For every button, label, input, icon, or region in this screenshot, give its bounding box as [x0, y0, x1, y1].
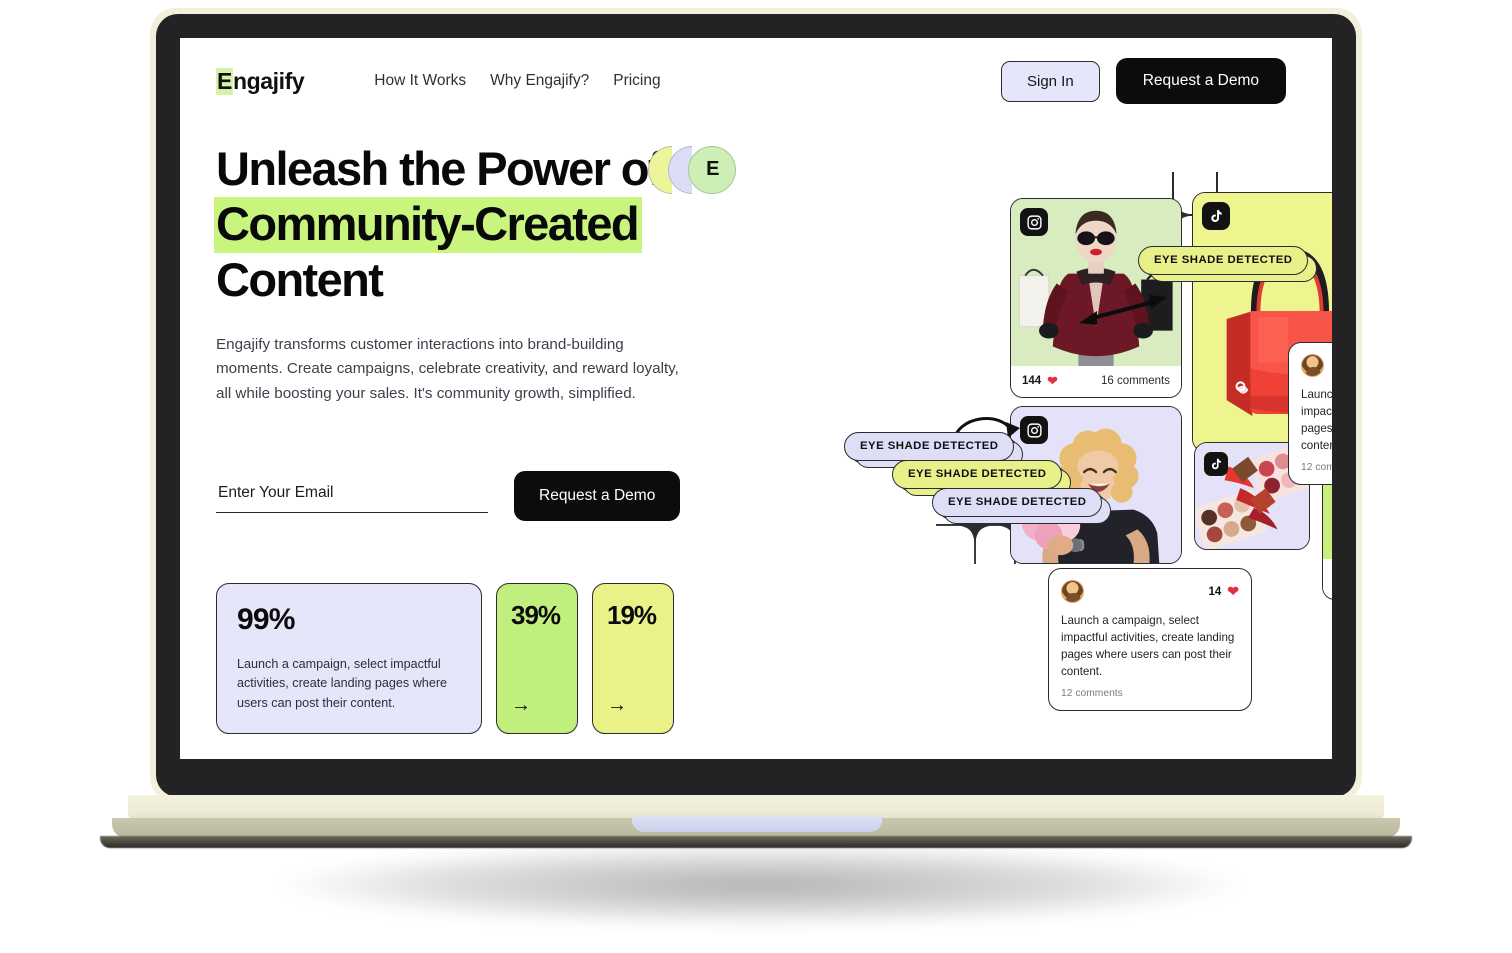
- laptop-foot: [100, 836, 1412, 848]
- brand-logo[interactable]: Engajify: [216, 67, 305, 95]
- badge-eye-shade-stack-2[interactable]: EYE SHADE DETECTED: [892, 460, 1063, 489]
- email-signup-form: Request a Demo: [216, 470, 736, 521]
- tiktok-icon: [1202, 202, 1230, 230]
- hero-subtitle: Engajify transforms customer interaction…: [216, 335, 679, 403]
- instagram-icon: [1020, 208, 1048, 236]
- avatar: [1301, 354, 1324, 377]
- hero-logo-mark: E: [648, 146, 736, 194]
- heart-icon: ❤: [1047, 374, 1058, 388]
- stat-cards: 99% Launch a campaign, select impactful …: [216, 583, 674, 735]
- avatar: [1061, 580, 1084, 603]
- arrow-right-icon: →: [607, 694, 627, 717]
- comment-reply-count: 12 comments: [1301, 462, 1332, 474]
- email-input[interactable]: [216, 478, 488, 514]
- media-meta: 144 ❤ 16 comments: [1011, 366, 1181, 397]
- comment-card-bottom[interactable]: 14 ❤ Launch a campaign, select impactful…: [1048, 568, 1252, 712]
- browser-viewport: Engajify How It Works Why Engajify? Pric…: [180, 38, 1332, 759]
- header-actions: Sign In Request a Demo: [1000, 58, 1286, 104]
- like-count: 144 ❤: [1022, 374, 1058, 388]
- comment-text: Launch a campaign, select impactful acti…: [1061, 614, 1235, 679]
- badge-eye-shade-stack-3[interactable]: EYE SHADE DETECTED: [932, 488, 1103, 517]
- comment-card-right[interactable]: 14 ❤ Launch a campaign, select impactful…: [1288, 342, 1332, 486]
- stat-card-99[interactable]: 99% Launch a campaign, select impactful …: [216, 583, 482, 735]
- hero-request-demo-button[interactable]: Request a Demo: [514, 470, 681, 521]
- comment-like-count: 14 ❤: [1208, 583, 1239, 599]
- circle-e-icon: E: [688, 146, 736, 194]
- measure-arrow-icon: [1079, 295, 1167, 325]
- comment-header: 14 ❤: [1061, 580, 1239, 603]
- stat-value-39: 39%: [511, 600, 561, 630]
- stat-card-19[interactable]: 19% →: [592, 583, 674, 735]
- header-request-demo-button[interactable]: Request a Demo: [1115, 58, 1286, 104]
- badge-eye-shade-on-model[interactable]: EYE SHADE DETECTED: [1138, 246, 1309, 275]
- stat-description-99: Launch a campaign, select impactful acti…: [237, 657, 448, 710]
- media-thumbnail: [1011, 199, 1181, 366]
- nav-item-why-engajify[interactable]: Why Engajify?: [490, 72, 589, 90]
- media-meta: 14 ❤ 12 comments: [1323, 559, 1332, 599]
- stat-value-19: 19%: [607, 600, 657, 630]
- stat-card-39[interactable]: 39% →: [496, 583, 578, 735]
- main-navigation: How It Works Why Engajify? Pricing: [374, 72, 660, 90]
- comment-reply-count: 12 comments: [1061, 688, 1123, 700]
- page-title: Unleash the Power of E Community-Created…: [214, 142, 736, 308]
- comment-text: Launch a campaign, select impactful acti…: [1301, 388, 1332, 453]
- site-header: Engajify How It Works Why Engajify? Pric…: [180, 38, 1332, 124]
- sign-in-button[interactable]: Sign In: [1000, 60, 1100, 102]
- heart-icon: ❤: [1227, 583, 1239, 599]
- comment-count: 16 comments: [1100, 374, 1170, 387]
- hero-title-line-1: Unleash the Power of E: [216, 142, 736, 197]
- brand-logo-rest: ngajify: [232, 67, 305, 94]
- comment-header: 14 ❤: [1301, 354, 1332, 377]
- tiktok-icon: [1204, 452, 1228, 476]
- laptop-bezel: Engajify How It Works Why Engajify? Pric…: [156, 14, 1356, 797]
- hero-title-line-2: Community-Created: [214, 196, 736, 254]
- hero-section: Unleash the Power of E Community-Created…: [214, 142, 736, 521]
- nav-item-pricing[interactable]: Pricing: [613, 72, 660, 90]
- hero-title-text-1: Unleash the Power of: [216, 142, 664, 195]
- stat-value-99: 99%: [237, 603, 295, 636]
- nav-item-how-it-works[interactable]: How It Works: [374, 72, 466, 90]
- media-collage: 144 ❤ 16 comments EYE SHADE DETECTED EYE…: [740, 124, 1332, 712]
- hero-title-line-3: Content: [216, 253, 384, 307]
- laptop-hinge-notch: [632, 816, 882, 832]
- arrow-right-icon: →: [511, 694, 531, 717]
- hero-title-highlight: Community-Created: [214, 196, 642, 254]
- laptop-lid: Engajify How It Works Why Engajify? Pric…: [150, 8, 1362, 803]
- badge-eye-shade-stack-1[interactable]: EYE SHADE DETECTED: [844, 432, 1015, 461]
- brand-logo-initial: E: [216, 67, 233, 95]
- media-card-instagram-fashion[interactable]: 144 ❤ 16 comments: [1010, 198, 1182, 398]
- screenshot-stage: Engajify How It Works Why Engajify? Pric…: [0, 0, 1512, 953]
